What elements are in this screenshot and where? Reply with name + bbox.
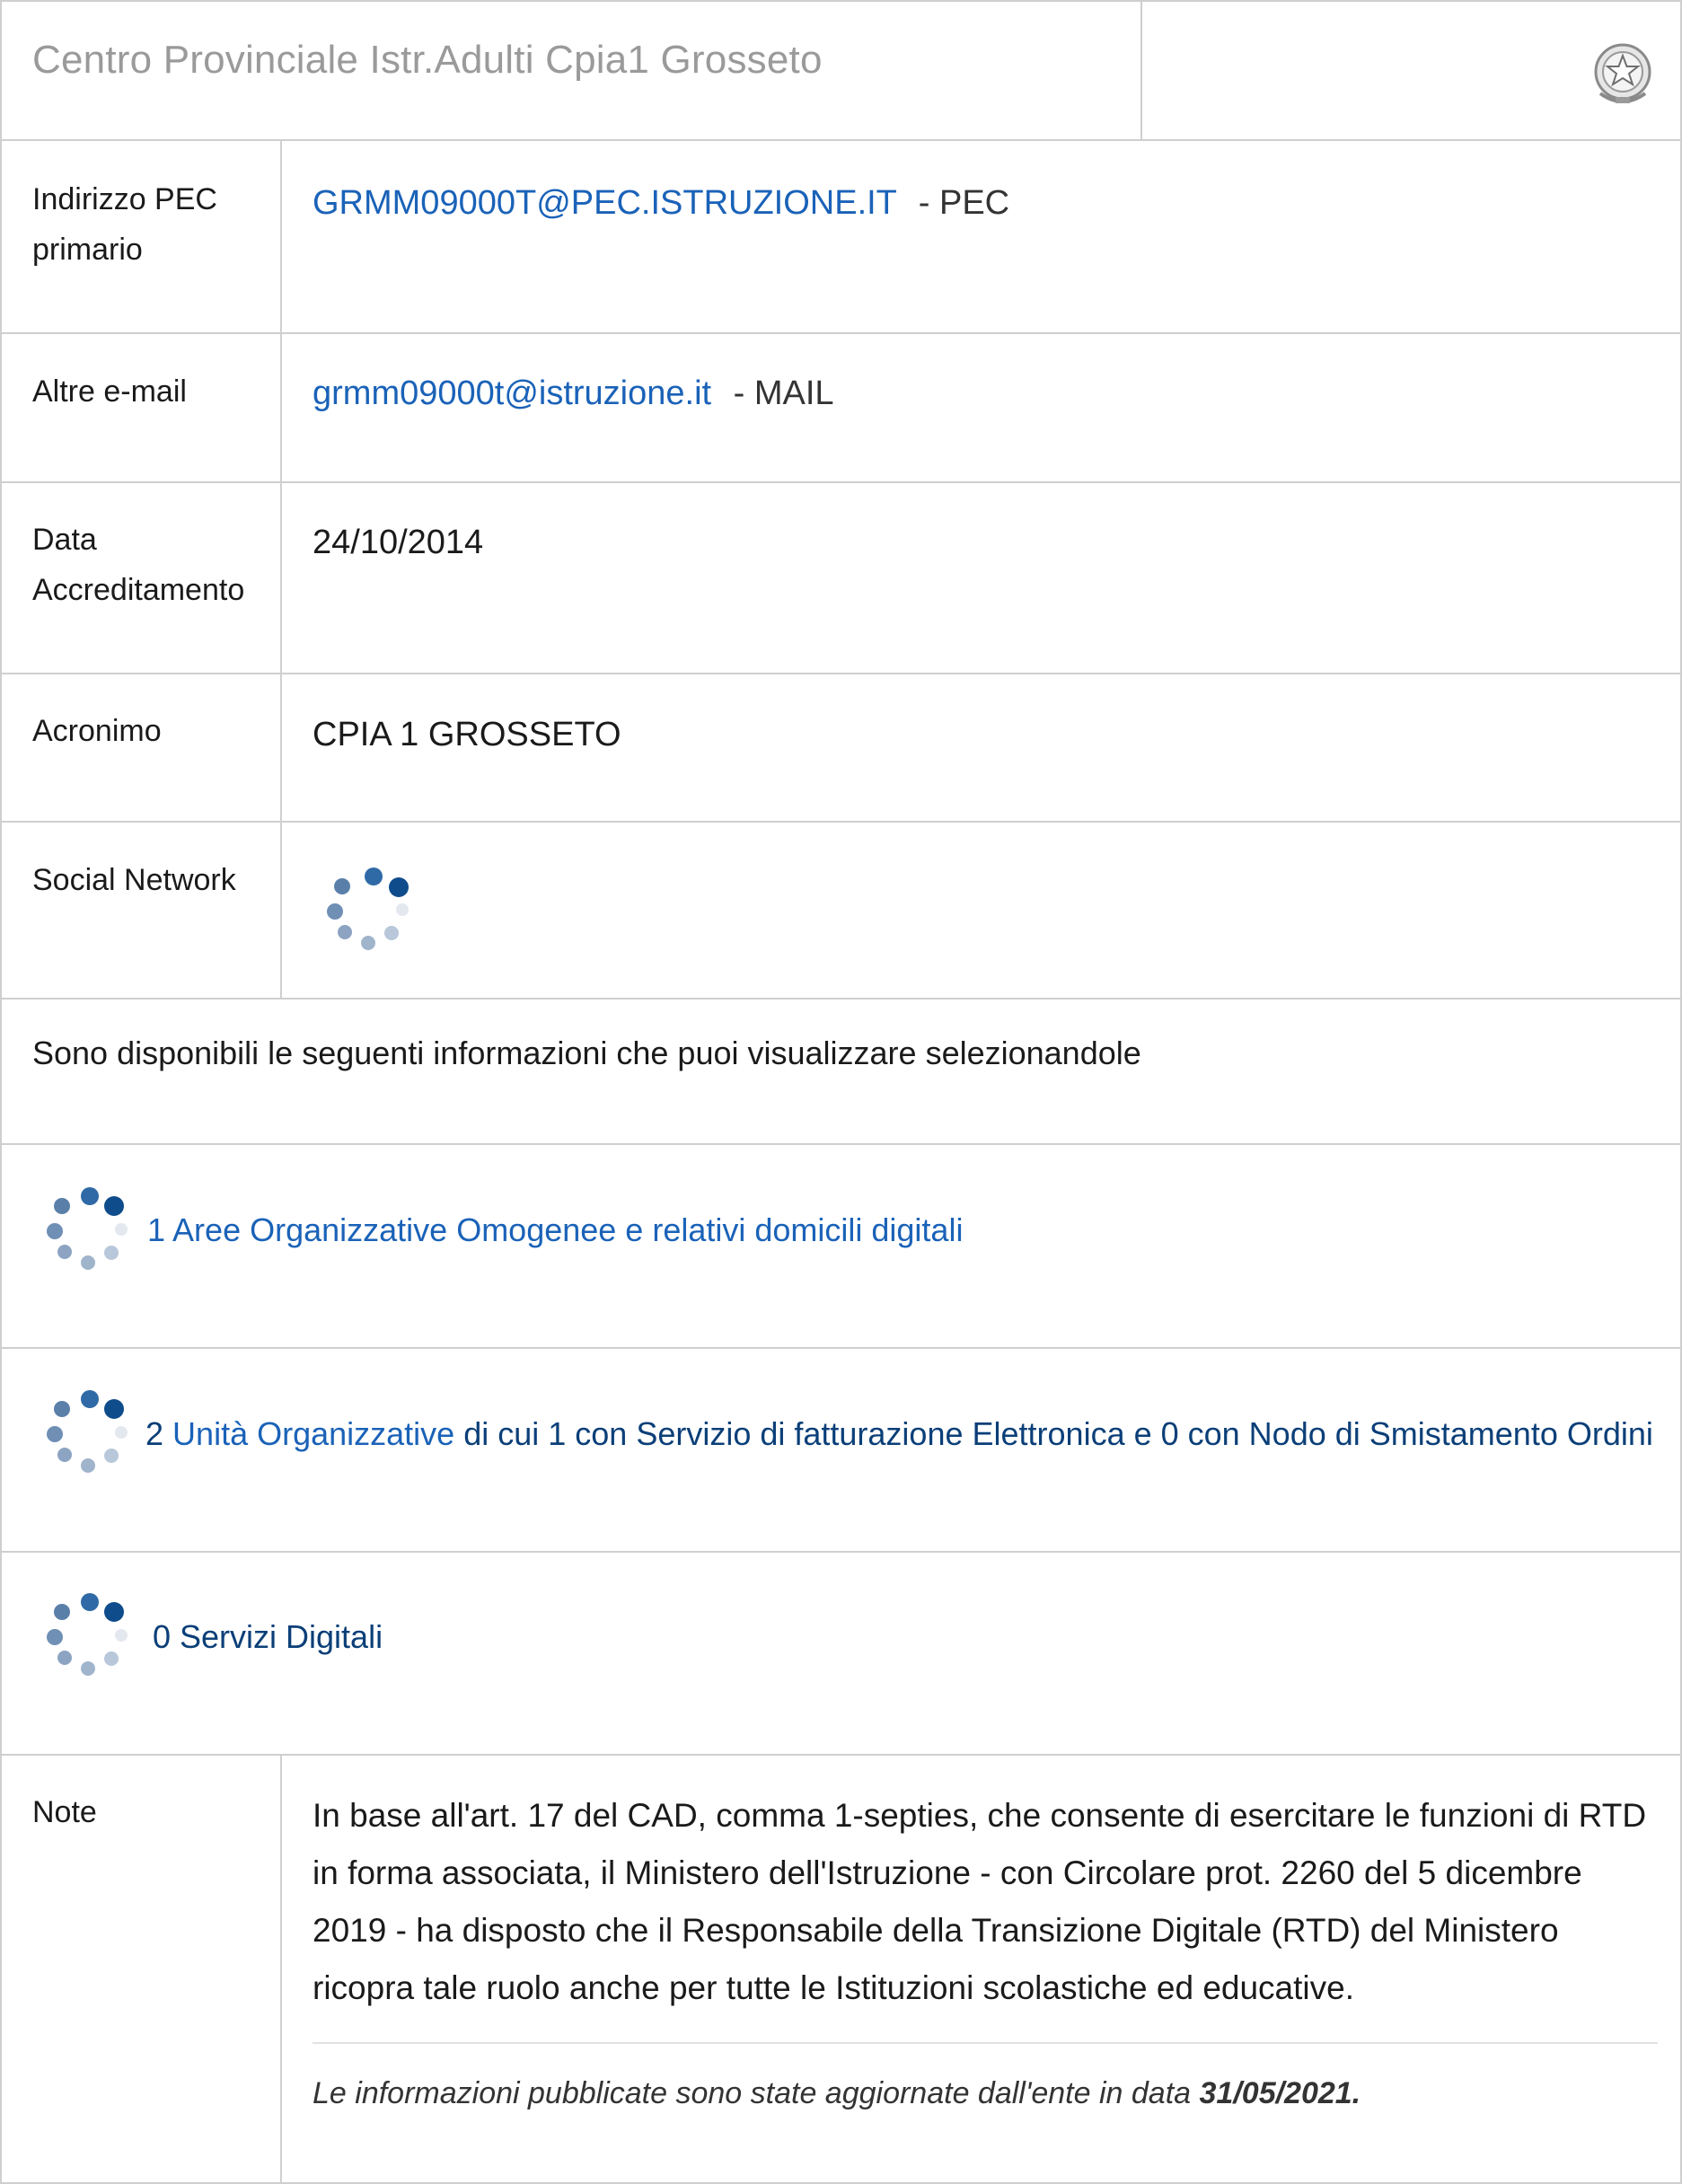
page-title: Centro Provinciale Istr.Adulti Cpia1 Gro… (32, 38, 823, 82)
label-column-divider (280, 141, 282, 1000)
info-intro-text: Sono disponibili le seguenti informazion… (32, 1035, 1141, 1071)
row-divider (0, 821, 1682, 823)
loading-spinner-icon (45, 1591, 131, 1678)
label-column-divider (280, 1756, 282, 2184)
note-text: In base all'art. 17 del CAD, comma 1-sep… (313, 1797, 1647, 2006)
email-value: grmm09000t@istruzione.it - MAIL (313, 368, 834, 418)
row-divider (0, 1143, 1682, 1145)
row-divider (0, 481, 1682, 483)
email-link[interactable]: grmm09000t@istruzione.it (313, 374, 711, 412)
note-updated-prefix: Le informazioni pubblicate sono state ag… (313, 2076, 1192, 2110)
row-divider (0, 1754, 1682, 1756)
note-divider (313, 2042, 1658, 2044)
acronym-value: CPIA 1 GROSSETO (313, 716, 621, 753)
aoo-section[interactable]: 1 Aree Organizzative Omogenee e relativi… (147, 1205, 963, 1255)
digital-services-text: 0 Servizi Digitali (153, 1618, 383, 1655)
pec-label-line1: Indirizzo PEC (32, 182, 217, 216)
accreditation-label-line2: Accreditamento (32, 573, 245, 607)
loading-spinner-icon (325, 866, 411, 952)
note-updated-date: 31/05/2021. (1199, 2076, 1361, 2110)
row-divider (0, 673, 1682, 674)
pec-type-suffix: - PEC (918, 184, 1010, 222)
note-label: Note (32, 1795, 97, 1829)
aoo-count[interactable]: 1 (147, 1211, 165, 1248)
accreditation-label-line1: Data (32, 523, 97, 557)
pec-label-line2: primario (32, 233, 143, 267)
row-divider (0, 1551, 1682, 1553)
row-divider (0, 998, 1682, 1000)
pec-email-link[interactable]: GRMM09000T@PEC.ISTRUZIONE.IT (313, 184, 896, 222)
aoo-link[interactable]: Aree Organizzative Omogenee e relativi d… (172, 1211, 963, 1248)
row-divider (0, 1347, 1682, 1349)
pec-label: Indirizzo PEC primario (32, 174, 217, 275)
uo-link[interactable]: Unità Organizzative (172, 1415, 454, 1452)
pec-value: GRMM09000T@PEC.ISTRUZIONE.IT - PEC (313, 178, 1009, 228)
social-network-label: Social Network (32, 863, 236, 897)
header-divider (1140, 0, 1142, 141)
row-divider (0, 332, 1682, 334)
uo-details: di cui 1 con Servizio di fatturazione El… (463, 1415, 1653, 1452)
note-updated: Le informazioni pubblicate sono state ag… (313, 2076, 1361, 2111)
accreditation-label: Data Accreditamento (32, 515, 244, 615)
uo-count: 2 (145, 1415, 164, 1452)
uo-section: 2 Unità Organizzative di cui 1 con Servi… (145, 1409, 1653, 1459)
row-divider (0, 139, 1682, 141)
email-label: Altre e-mail (32, 374, 187, 409)
acronym-label: Acronimo (32, 714, 162, 748)
italian-republic-emblem-icon (1594, 43, 1651, 103)
accreditation-date: 24/10/2014 (313, 524, 484, 561)
email-type-suffix: - MAIL (733, 374, 834, 412)
loading-spinner-icon (45, 1185, 131, 1272)
loading-spinner-icon (45, 1388, 131, 1475)
